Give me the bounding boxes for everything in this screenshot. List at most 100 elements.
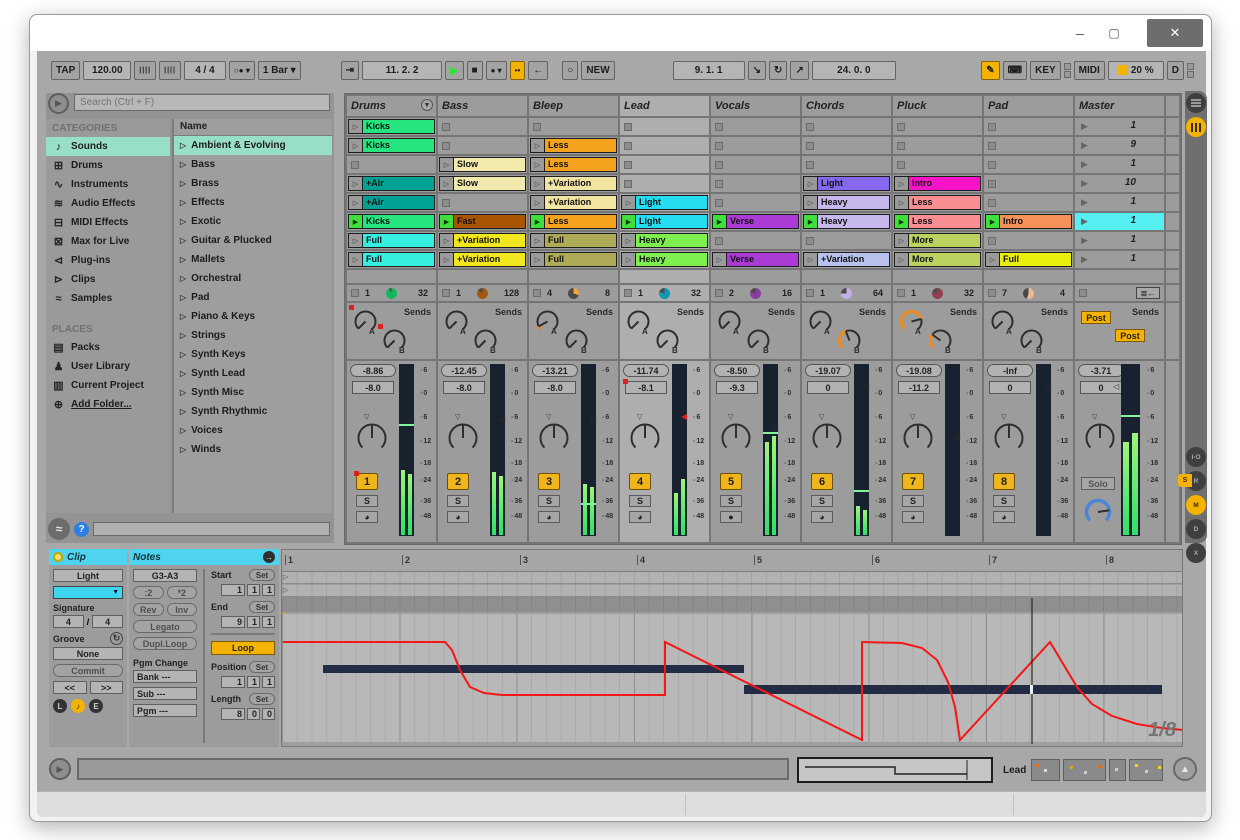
browser-item[interactable]: ▷Guitar & Plucked — [174, 231, 332, 250]
clip-slot[interactable] — [529, 118, 618, 135]
expand-icon[interactable]: ▷ — [180, 255, 186, 264]
arm-button[interactable]: ◕ — [993, 511, 1015, 523]
clip-stop-icon[interactable] — [442, 123, 450, 131]
scene-launch-icon[interactable]: ▶ — [1081, 178, 1088, 189]
clip-slot[interactable] — [438, 118, 527, 135]
output-meter-value[interactable]: -8.86 — [350, 364, 396, 377]
position-digit[interactable]: 1 — [262, 676, 275, 688]
output-meter-value[interactable]: -11.74 — [623, 364, 669, 377]
expand-icon[interactable]: ▷ — [180, 407, 186, 416]
mixer-toggle[interactable] — [1186, 117, 1206, 137]
scene-slot[interactable]: ▶1 — [1075, 156, 1164, 173]
track-status-drums[interactable]: 132 — [347, 285, 436, 301]
clip-slot[interactable] — [802, 232, 891, 249]
clip-slot[interactable]: ▷More — [893, 251, 982, 268]
clip-stop-icon[interactable] — [715, 237, 723, 245]
fader-position-marker[interactable]: ◁ — [590, 415, 596, 424]
track-activator-button[interactable]: 3 — [538, 473, 560, 490]
show-i-o-toggle[interactable]: I-O — [1186, 447, 1206, 467]
solo-button[interactable]: S — [356, 495, 378, 507]
clip-slot[interactable]: ▷Slow — [438, 156, 527, 173]
clip-launch-icon[interactable]: ▷ — [349, 196, 363, 209]
pan-knob[interactable] — [446, 421, 480, 460]
help-icon[interactable]: ? — [74, 522, 89, 537]
sidebar-item-audio-effects[interactable]: ≋Audio Effects — [46, 194, 170, 213]
volume-field[interactable]: -8.0 — [443, 381, 485, 394]
length-set-button[interactable]: Set — [249, 693, 275, 705]
browser-collapse-icon[interactable]: ▶ — [48, 93, 69, 114]
clip-slot[interactable] — [984, 156, 1073, 173]
preview-scrub-bar[interactable] — [93, 522, 330, 536]
clip-stop-icon[interactable] — [897, 161, 905, 169]
clip-playing-icon[interactable]: ▶ — [986, 215, 1000, 228]
clip-slot[interactable] — [984, 175, 1073, 192]
titlebar[interactable]: – ▢ ✕ — [30, 15, 1211, 51]
clip-launch-icon[interactable]: ▷ — [895, 253, 909, 266]
scene-slot[interactable]: ▶1 — [1075, 213, 1164, 230]
send-a-pre-post-toggle[interactable]: Post — [1081, 311, 1111, 324]
sidebar-item-user-library[interactable]: ♟User Library — [46, 357, 170, 376]
clip-slot[interactable]: ▶Heavy — [802, 213, 891, 230]
sidebar-item-packs[interactable]: ▤Packs — [46, 338, 170, 357]
browser-item[interactable]: ▷Pad — [174, 288, 332, 307]
clip-stop-icon[interactable] — [806, 237, 814, 245]
time-signature-field[interactable]: 4 / 4 — [184, 61, 226, 80]
start-set-button[interactable]: Set — [249, 569, 275, 581]
signature-denominator[interactable]: 4 — [92, 615, 123, 628]
clip-slot[interactable]: ▷Light — [802, 175, 891, 192]
envelope-tab-toggle[interactable]: E — [89, 699, 103, 713]
metronome2-icon[interactable]: |||| — [159, 61, 181, 80]
sidebar-item-sounds[interactable]: ♪Sounds — [46, 137, 170, 156]
clip-slot[interactable]: ▷Less — [529, 156, 618, 173]
clip-launch-icon[interactable]: ▷ — [622, 196, 636, 209]
clip-launch-icon[interactable]: ▷ — [440, 177, 454, 190]
clip-slot[interactable]: ▷+Variation — [438, 232, 527, 249]
browser-item[interactable]: ▷Effects — [174, 193, 332, 212]
show-r-toggle[interactable]: RS — [1186, 471, 1206, 491]
scene-slot[interactable]: ▶1 — [1075, 251, 1164, 268]
clip-launch-icon[interactable]: ▷ — [895, 196, 909, 209]
computer-midi-keyboard-button[interactable]: ⌨ — [1003, 61, 1027, 80]
clip-launch-icon[interactable]: ▷ — [804, 253, 818, 266]
output-meter-value[interactable]: -12.45 — [441, 364, 487, 377]
clip-playing-icon[interactable]: ▶ — [531, 215, 545, 228]
clip-slot[interactable] — [802, 156, 891, 173]
clip-slot[interactable]: ▷More — [893, 232, 982, 249]
loop-button[interactable]: ↻ — [769, 61, 787, 80]
master-status[interactable]: ≣← — [1075, 285, 1164, 301]
clip-launch-icon[interactable]: ▷ — [986, 253, 1000, 266]
clip-launch-icon[interactable]: ▷ — [349, 120, 363, 133]
clip-stop-icon[interactable] — [806, 123, 814, 131]
clip-slot[interactable]: ▷Full — [984, 251, 1073, 268]
double-time-button[interactable]: *2 — [167, 586, 198, 599]
start-digit[interactable]: 1 — [221, 584, 245, 596]
expand-icon[interactable]: ▷ — [180, 274, 186, 283]
scene-launch-icon[interactable]: ▶ — [1081, 121, 1088, 132]
browser-item[interactable]: ▷Strings — [174, 326, 332, 345]
browser-item[interactable]: ▷Orchestral — [174, 269, 332, 288]
clip-slot[interactable]: ▷Kicks — [347, 118, 436, 135]
position-set-button[interactable]: Set — [249, 661, 275, 673]
arm-button[interactable]: ◕ — [811, 511, 833, 523]
track-header-vocals[interactable]: Vocals — [711, 96, 800, 116]
clip-launch-icon[interactable]: ▷ — [804, 196, 818, 209]
browser-item[interactable]: ▷Synth Misc — [174, 383, 332, 402]
sub-bank-select[interactable]: Sub --- — [133, 687, 197, 700]
clip-stop-icon[interactable] — [442, 142, 450, 150]
volume-field[interactable]: 0 — [807, 381, 849, 394]
clip-slot[interactable] — [893, 137, 982, 154]
scene-slot[interactable]: ▶1 — [1075, 194, 1164, 211]
solo-button[interactable]: S — [720, 495, 742, 507]
punch-in-button[interactable]: ↘ — [748, 61, 766, 80]
length-digit[interactable]: 0 — [262, 708, 275, 720]
clip-stop-icon[interactable] — [351, 161, 359, 169]
track-header-chords[interactable]: Chords — [802, 96, 891, 116]
info-toggle-icon[interactable]: ▶ — [49, 758, 71, 780]
clip-slot[interactable]: ▷Heavy — [620, 232, 709, 249]
punch-out-button[interactable]: ↗ — [790, 61, 808, 80]
draw-mode-button[interactable]: ✎ — [981, 61, 999, 80]
browser-item[interactable]: ▷Bass — [174, 155, 332, 174]
output-meter-value[interactable]: -3.71 — [1078, 364, 1124, 377]
arm-button[interactable]: ◕ — [902, 511, 924, 523]
clip-playing-icon[interactable]: ▶ — [804, 215, 818, 228]
